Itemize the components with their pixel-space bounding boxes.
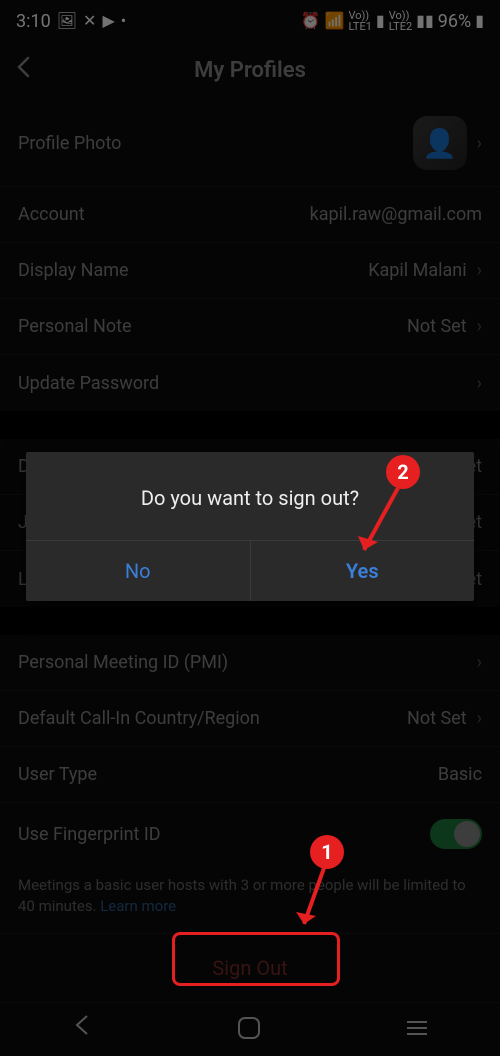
dot-icon: • <box>121 13 126 29</box>
chevron-right-icon: › <box>477 708 482 729</box>
nav-recents-icon[interactable] <box>407 1021 427 1035</box>
row-value: Not Set <box>407 316 467 337</box>
alarm-icon: ⏰ <box>301 13 321 29</box>
image-icon: 🖼 <box>57 13 77 29</box>
row-label: Update Password <box>18 373 159 394</box>
chevron-right-icon: › <box>477 260 482 281</box>
sim1-label: Vo))LTE1 <box>348 10 371 32</box>
row-label: User Type <box>18 764 97 785</box>
row-callin-country[interactable]: Default Call-In Country/Region Not Set › <box>0 691 500 747</box>
signal2-icon: ▮▮ <box>416 13 434 29</box>
annotation-arrow-1 <box>296 868 336 938</box>
row-label: Display Name <box>18 260 129 281</box>
android-nav-bar <box>0 1000 500 1056</box>
header: My Profiles <box>0 40 500 100</box>
row-personal-note[interactable]: Personal Note Not Set › <box>0 299 500 355</box>
nav-home-icon[interactable] <box>238 1017 260 1039</box>
page-title: My Profiles <box>16 58 484 83</box>
annotation-step-2: 2 <box>386 455 420 489</box>
row-value: Not Set <box>407 708 467 729</box>
battery-icon: ▮ <box>475 13 484 29</box>
row-label: Personal Meeting ID (PMI) <box>18 652 228 673</box>
avatar: 👤 <box>413 116 467 170</box>
row-profile-photo[interactable]: Profile Photo 👤 › <box>0 100 500 187</box>
chevron-right-icon: › <box>477 373 482 394</box>
sim2-label: Vo))LTE2 <box>389 10 412 32</box>
row-label: Default Call-In Country/Region <box>18 708 260 729</box>
chevron-right-icon: › <box>477 652 482 673</box>
row-user-type: User Type Basic <box>0 747 500 803</box>
row-value: Basic <box>438 764 482 785</box>
wifi-icon: 📶 <box>325 13 345 29</box>
row-value: Kapil Malani <box>368 260 466 281</box>
fingerprint-toggle[interactable] <box>430 819 482 849</box>
status-time: 3:10 <box>16 11 51 32</box>
row-label: Account <box>18 204 85 225</box>
row-display-name[interactable]: Display Name Kapil Malani › <box>0 243 500 299</box>
annotation-arrow-2 <box>356 488 406 566</box>
row-value: kapil.raw@gmail.com <box>310 204 482 225</box>
chevron-right-icon: › <box>477 133 482 154</box>
youtube-icon: ▶ <box>102 13 114 29</box>
row-label: Use Fingerprint ID <box>18 824 161 845</box>
learn-more-link[interactable]: Learn more <box>100 897 176 915</box>
status-bar: 3:10 🖼 ✕ ▶ • ⏰ 📶 Vo))LTE1 ▮ Vo))LTE2 ▮▮ … <box>0 0 500 40</box>
battery-percent: 96% <box>438 11 471 32</box>
missed-call-icon: ✕ <box>83 13 96 29</box>
row-label: Personal Note <box>18 316 132 337</box>
row-label: Profile Photo <box>18 133 121 154</box>
chevron-right-icon: › <box>477 316 482 337</box>
dialog-no-button[interactable]: No <box>26 541 250 601</box>
basic-user-note: Meetings a basic user hosts with 3 or mo… <box>0 865 500 933</box>
annotation-step-1: 1 <box>310 835 344 869</box>
signal1-icon: ▮ <box>376 13 385 29</box>
row-pmi[interactable]: Personal Meeting ID (PMI) › <box>0 635 500 691</box>
nav-back-icon[interactable] <box>73 1014 91 1042</box>
row-account: Account kapil.raw@gmail.com <box>0 187 500 243</box>
row-fingerprint: Use Fingerprint ID <box>0 803 500 865</box>
row-update-password[interactable]: Update Password › <box>0 355 500 411</box>
annotation-box-signout <box>172 932 340 986</box>
